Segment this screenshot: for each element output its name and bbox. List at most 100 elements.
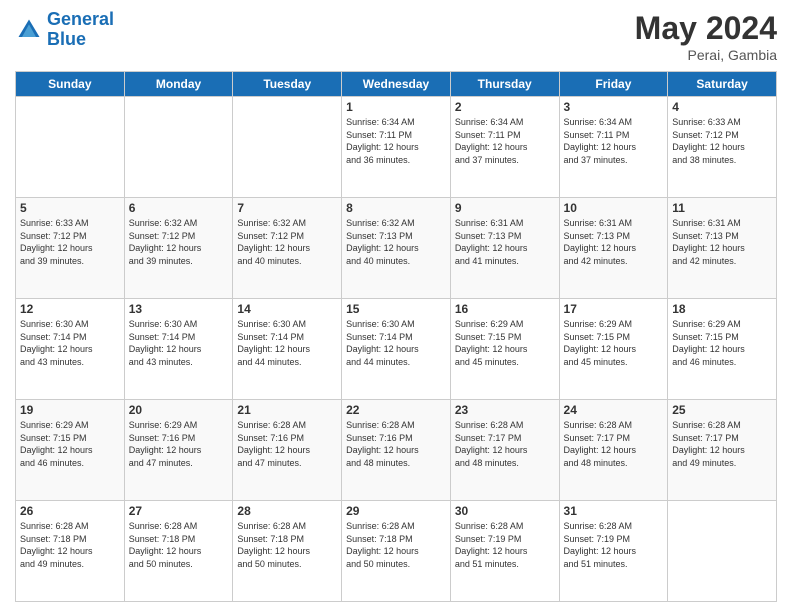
calendar-cell bbox=[668, 501, 777, 602]
calendar-cell: 18Sunrise: 6:29 AM Sunset: 7:15 PM Dayli… bbox=[668, 299, 777, 400]
calendar-cell: 10Sunrise: 6:31 AM Sunset: 7:13 PM Dayli… bbox=[559, 198, 668, 299]
calendar-cell: 11Sunrise: 6:31 AM Sunset: 7:13 PM Dayli… bbox=[668, 198, 777, 299]
day-info: Sunrise: 6:30 AM Sunset: 7:14 PM Dayligh… bbox=[237, 318, 337, 368]
page: General Blue May 2024 Perai, Gambia Sund… bbox=[0, 0, 792, 612]
calendar-cell: 14 Sunrise: 6:30 AM Sunset: 7:14 PM Dayli… bbox=[233, 299, 342, 400]
calendar-cell: 4Sunrise: 6:33 AM Sunset: 7:12 PM Daylig… bbox=[668, 97, 777, 198]
day-info: Sunrise: 6:28 AM Sunset: 7:17 PM Dayligh… bbox=[564, 419, 664, 469]
day-info: Sunrise: 6:28 AM Sunset: 7:16 PM Dayligh… bbox=[346, 419, 446, 469]
calendar-cell: 23Sunrise: 6:28 AM Sunset: 7:17 PM Dayli… bbox=[450, 400, 559, 501]
day-info: Sunrise: 6:29 AM Sunset: 7:15 PM Dayligh… bbox=[672, 318, 772, 368]
weekday-header-cell: Sunday bbox=[16, 72, 125, 97]
calendar-week-row: 26 Sunrise: 6:28 AM Sunset: 7:18 PM Dayli… bbox=[16, 501, 777, 602]
calendar-cell: 8 Sunrise: 6:32 AM Sunset: 7:13 PM Daylig… bbox=[342, 198, 451, 299]
day-info: Sunrise: 6:34 AM Sunset: 7:11 PM Dayligh… bbox=[564, 116, 664, 166]
day-number: 9 bbox=[455, 201, 555, 215]
day-info: Sunrise: 6:30 AM Sunset: 7:14 PM Dayligh… bbox=[346, 318, 446, 368]
calendar-week-row: 12 Sunrise: 6:30 AM Sunset: 7:14 PM Dayli… bbox=[16, 299, 777, 400]
calendar-cell: 26 Sunrise: 6:28 AM Sunset: 7:18 PM Dayli… bbox=[16, 501, 125, 602]
header: General Blue May 2024 Perai, Gambia bbox=[15, 10, 777, 63]
weekday-header-cell: Tuesday bbox=[233, 72, 342, 97]
day-number: 23 bbox=[455, 403, 555, 417]
day-info: Sunrise: 6:29 AM Sunset: 7:16 PM Dayligh… bbox=[129, 419, 229, 469]
calendar-cell: 12Sunrise: 6:30 AM Sunset: 7:14 PM Dayli… bbox=[16, 299, 125, 400]
calendar-cell: 15 Sunrise: 6:30 AM Sunset: 7:14 PM Dayli… bbox=[342, 299, 451, 400]
day-number: 15 bbox=[346, 302, 446, 316]
day-number: 7 bbox=[237, 201, 337, 215]
calendar-week-row: 5 Sunrise: 6:33 AM Sunset: 7:12 PM Daylig… bbox=[16, 198, 777, 299]
calendar-cell: 16 Sunrise: 6:29 AM Sunset: 7:15 PM Dayli… bbox=[450, 299, 559, 400]
day-info: Sunrise: 6:33 AM Sunset: 7:12 PM Dayligh… bbox=[672, 116, 772, 166]
day-number: 21 bbox=[237, 403, 337, 417]
weekday-header-row: SundayMondayTuesdayWednesdayThursdayFrid… bbox=[16, 72, 777, 97]
calendar-cell: 29 Sunrise: 6:28 AM Sunset: 7:18 PM Dayli… bbox=[342, 501, 451, 602]
day-number: 14 bbox=[237, 302, 337, 316]
day-info: Sunrise: 6:29 AM Sunset: 7:15 PM Dayligh… bbox=[455, 318, 555, 368]
calendar-cell: 28Sunrise: 6:28 AM Sunset: 7:18 PM Dayli… bbox=[233, 501, 342, 602]
day-number: 22 bbox=[346, 403, 446, 417]
day-info: Sunrise: 6:31 AM Sunset: 7:13 PM Dayligh… bbox=[564, 217, 664, 267]
day-number: 24 bbox=[564, 403, 664, 417]
day-number: 25 bbox=[672, 403, 772, 417]
day-info: Sunrise: 6:31 AM Sunset: 7:13 PM Dayligh… bbox=[455, 217, 555, 267]
calendar-cell: 20 Sunrise: 6:29 AM Sunset: 7:16 PM Dayli… bbox=[124, 400, 233, 501]
logo-line1: General bbox=[47, 9, 114, 29]
day-info: Sunrise: 6:29 AM Sunset: 7:15 PM Dayligh… bbox=[564, 318, 664, 368]
day-number: 3 bbox=[564, 100, 664, 114]
calendar-cell: 5 Sunrise: 6:33 AM Sunset: 7:12 PM Daylig… bbox=[16, 198, 125, 299]
calendar-cell: 1 Sunrise: 6:34 AM Sunset: 7:11 PM Daylig… bbox=[342, 97, 451, 198]
day-number: 29 bbox=[346, 504, 446, 518]
calendar-week-row: 1 Sunrise: 6:34 AM Sunset: 7:11 PM Daylig… bbox=[16, 97, 777, 198]
day-info: Sunrise: 6:34 AM Sunset: 7:11 PM Dayligh… bbox=[455, 116, 555, 166]
calendar-cell: 2 Sunrise: 6:34 AM Sunset: 7:11 PM Daylig… bbox=[450, 97, 559, 198]
day-number: 16 bbox=[455, 302, 555, 316]
location: Perai, Gambia bbox=[635, 47, 777, 63]
day-info: Sunrise: 6:30 AM Sunset: 7:14 PM Dayligh… bbox=[129, 318, 229, 368]
day-info: Sunrise: 6:28 AM Sunset: 7:18 PM Dayligh… bbox=[129, 520, 229, 570]
day-info: Sunrise: 6:28 AM Sunset: 7:16 PM Dayligh… bbox=[237, 419, 337, 469]
day-number: 2 bbox=[455, 100, 555, 114]
day-info: Sunrise: 6:32 AM Sunset: 7:13 PM Dayligh… bbox=[346, 217, 446, 267]
day-number: 8 bbox=[346, 201, 446, 215]
day-info: Sunrise: 6:28 AM Sunset: 7:18 PM Dayligh… bbox=[237, 520, 337, 570]
calendar-cell: 22 Sunrise: 6:28 AM Sunset: 7:16 PM Dayli… bbox=[342, 400, 451, 501]
calendar-cell bbox=[124, 97, 233, 198]
day-number: 19 bbox=[20, 403, 120, 417]
day-number: 27 bbox=[129, 504, 229, 518]
day-info: Sunrise: 6:28 AM Sunset: 7:19 PM Dayligh… bbox=[564, 520, 664, 570]
weekday-header-cell: Saturday bbox=[668, 72, 777, 97]
day-number: 6 bbox=[129, 201, 229, 215]
weekday-header-cell: Thursday bbox=[450, 72, 559, 97]
calendar-cell: 24 Sunrise: 6:28 AM Sunset: 7:17 PM Dayli… bbox=[559, 400, 668, 501]
calendar-week-row: 19Sunrise: 6:29 AM Sunset: 7:15 PM Dayli… bbox=[16, 400, 777, 501]
calendar-cell: 30 Sunrise: 6:28 AM Sunset: 7:19 PM Dayli… bbox=[450, 501, 559, 602]
day-number: 5 bbox=[20, 201, 120, 215]
logo-line2: Blue bbox=[47, 29, 86, 49]
day-info: Sunrise: 6:33 AM Sunset: 7:12 PM Dayligh… bbox=[20, 217, 120, 267]
day-info: Sunrise: 6:28 AM Sunset: 7:19 PM Dayligh… bbox=[455, 520, 555, 570]
calendar-table: SundayMondayTuesdayWednesdayThursdayFrid… bbox=[15, 71, 777, 602]
weekday-header-cell: Wednesday bbox=[342, 72, 451, 97]
day-number: 26 bbox=[20, 504, 120, 518]
day-number: 12 bbox=[20, 302, 120, 316]
day-info: Sunrise: 6:34 AM Sunset: 7:11 PM Dayligh… bbox=[346, 116, 446, 166]
calendar-cell: 6Sunrise: 6:32 AM Sunset: 7:12 PM Daylig… bbox=[124, 198, 233, 299]
calendar-cell: 31Sunrise: 6:28 AM Sunset: 7:19 PM Dayli… bbox=[559, 501, 668, 602]
day-number: 30 bbox=[455, 504, 555, 518]
calendar-cell: 3 Sunrise: 6:34 AM Sunset: 7:11 PM Daylig… bbox=[559, 97, 668, 198]
month-title: May 2024 bbox=[635, 10, 777, 47]
day-number: 20 bbox=[129, 403, 229, 417]
day-number: 1 bbox=[346, 100, 446, 114]
calendar-cell: 21 Sunrise: 6:28 AM Sunset: 7:16 PM Dayli… bbox=[233, 400, 342, 501]
day-info: Sunrise: 6:31 AM Sunset: 7:13 PM Dayligh… bbox=[672, 217, 772, 267]
day-info: Sunrise: 6:28 AM Sunset: 7:18 PM Dayligh… bbox=[346, 520, 446, 570]
logo-icon bbox=[15, 16, 43, 44]
calendar-cell bbox=[233, 97, 342, 198]
title-block: May 2024 Perai, Gambia bbox=[635, 10, 777, 63]
day-info: Sunrise: 6:28 AM Sunset: 7:18 PM Dayligh… bbox=[20, 520, 120, 570]
logo-text: General Blue bbox=[47, 10, 114, 50]
weekday-header-cell: Monday bbox=[124, 72, 233, 97]
calendar-cell bbox=[16, 97, 125, 198]
weekday-header-cell: Friday bbox=[559, 72, 668, 97]
calendar-cell: 7Sunrise: 6:32 AM Sunset: 7:12 PM Daylig… bbox=[233, 198, 342, 299]
